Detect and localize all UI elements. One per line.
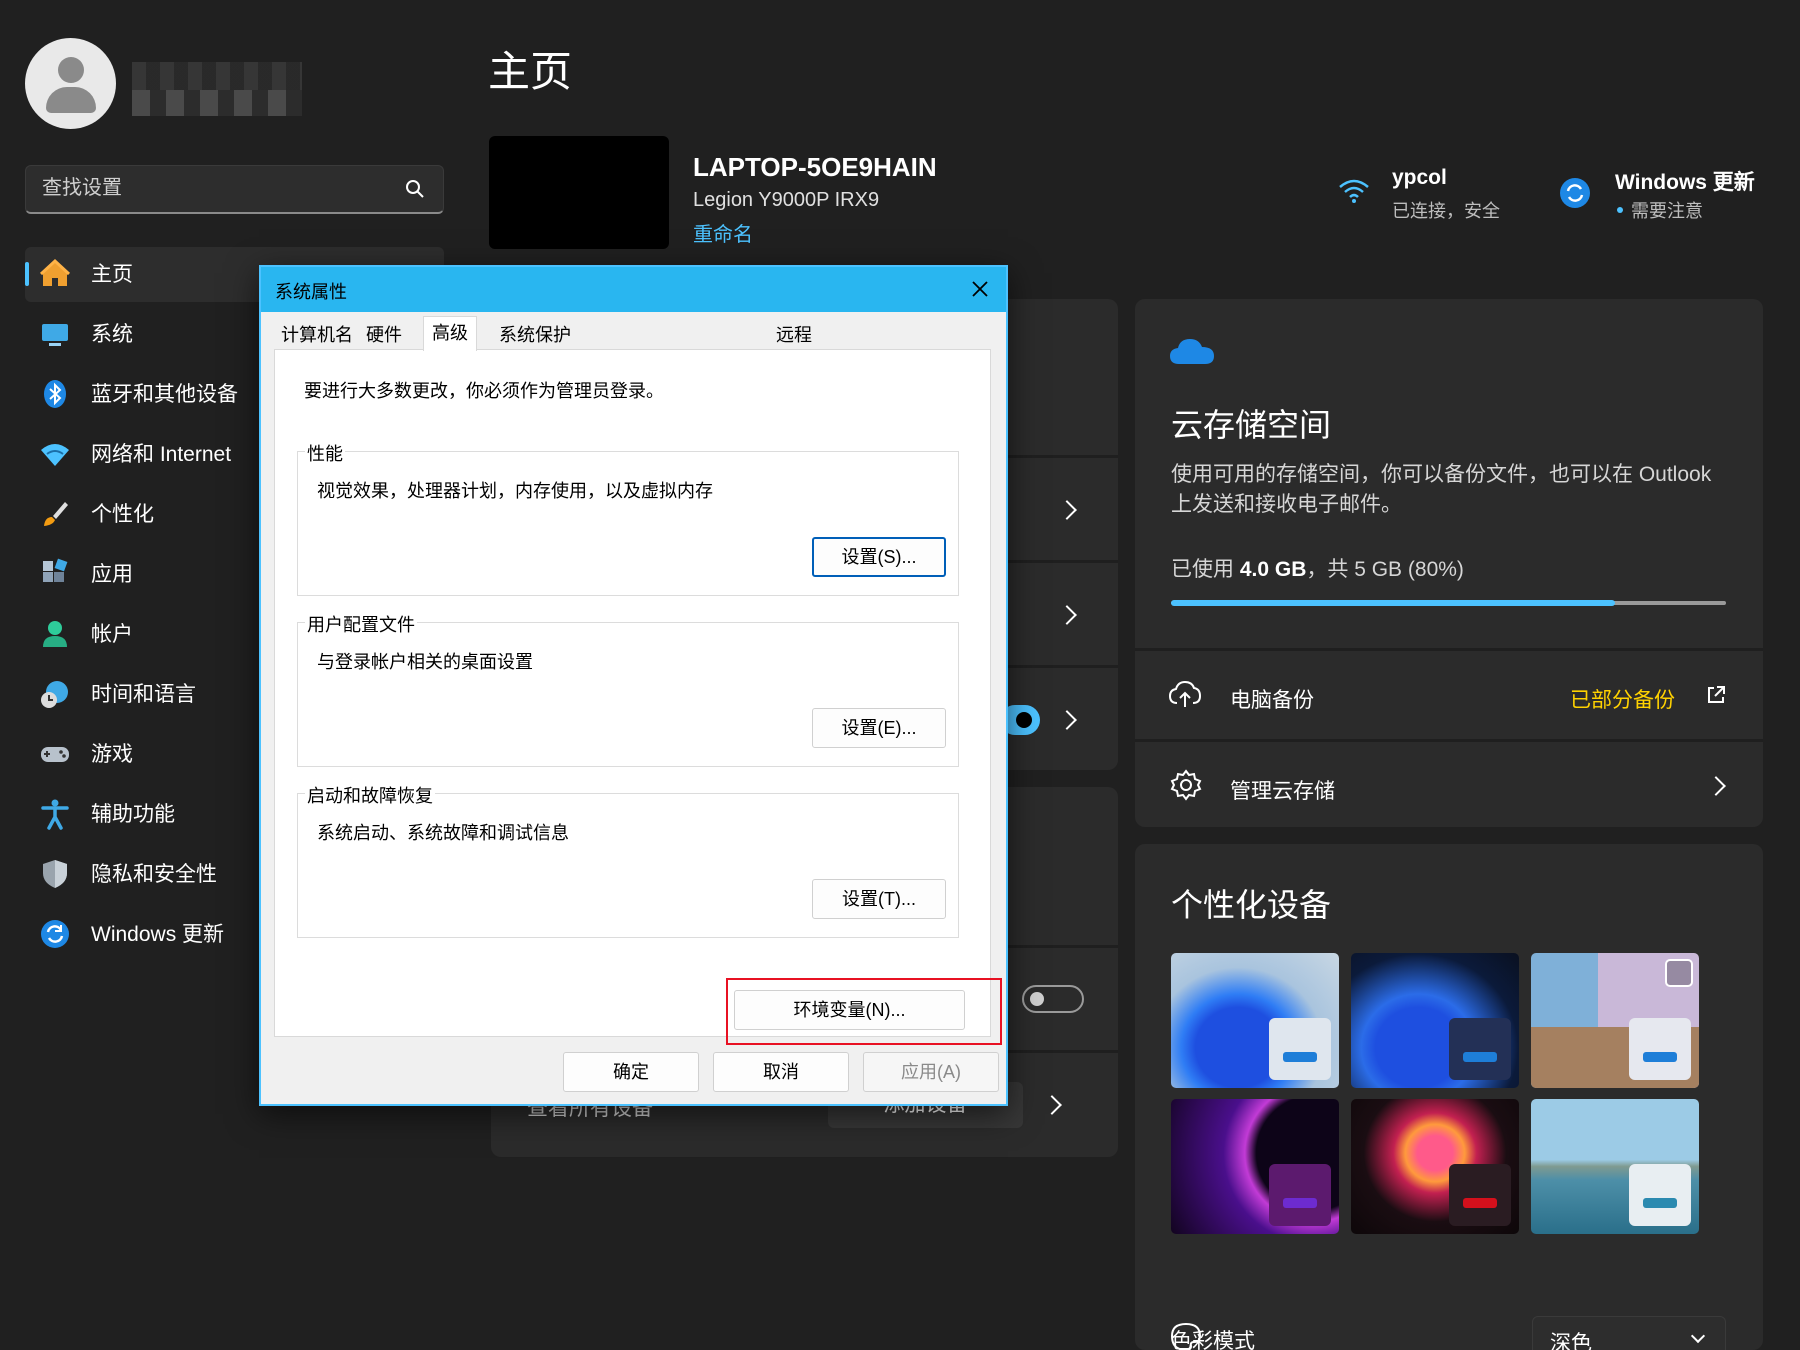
manage-cloud-storage-label[interactable]: 管理云存储 (1230, 775, 1335, 805)
sidebar-item-label: 时间和语言 (91, 683, 196, 706)
system-properties-dialog: 系统属性 计算机名 硬件 远程 系统保护 要进行大多数更改，你必须作为管理员登录… (259, 265, 1008, 1106)
sidebar-item-label: Windows 更新 (91, 923, 225, 946)
cloud-storage-title: 云存储空间 (1171, 407, 1332, 443)
bluetooth-icon (44, 380, 66, 408)
external-link-icon[interactable] (1706, 685, 1726, 705)
redacted-email (132, 90, 302, 116)
color-mode-label: 色彩模式 (1171, 1330, 1255, 1350)
cancel-button[interactable]: 取消 (713, 1052, 849, 1092)
user-avatar[interactable] (25, 38, 116, 129)
theme-thumbnail[interactable] (1531, 953, 1699, 1088)
onedrive-cloud-icon (1170, 339, 1214, 364)
search-box[interactable] (25, 165, 444, 214)
sidebar-item-label: 帐户 (91, 623, 133, 646)
startup-recovery-group: 启动和故障恢复 系统启动、系统故障和调试信息 设置(T)... (297, 782, 959, 938)
startup-recovery-description: 系统启动、系统故障和调试信息 (317, 823, 569, 843)
cloud-upload-icon (1168, 680, 1202, 707)
gear-icon (1170, 769, 1202, 801)
update-icon (41, 920, 69, 948)
dialog-title: 系统属性 (275, 282, 347, 302)
sidebar-item-label: 辅助功能 (91, 803, 175, 826)
dynamic-theme-icon (1665, 959, 1693, 987)
theme-thumbnail[interactable] (1171, 953, 1339, 1088)
theme-thumbnail[interactable] (1531, 1099, 1699, 1234)
tab-remote[interactable]: 远程 (773, 320, 815, 350)
performance-settings-button[interactable]: 设置(S)... (812, 537, 946, 577)
network-status: 已连接，安全 (1392, 201, 1500, 221)
device-name: LAPTOP-5OE9HAIN (693, 152, 937, 182)
sidebar-item-label: 应用 (91, 563, 133, 586)
personalize-title: 个性化设备 (1171, 887, 1332, 923)
user-profiles-group: 用户配置文件 与登录帐户相关的桌面设置 设置(E)... (297, 611, 959, 767)
color-mode-value: 深色 (1550, 1332, 1592, 1350)
person-icon (58, 57, 84, 83)
chevron-down-icon (1690, 1328, 1706, 1344)
tab-computer-name[interactable]: 计算机名 (278, 320, 356, 350)
apply-button[interactable]: 应用(A) (863, 1052, 999, 1092)
theme-thumbnail[interactable] (1351, 953, 1519, 1088)
monitor-icon (42, 324, 68, 346)
storage-progress-bar (1171, 600, 1726, 606)
theme-thumbnail[interactable] (1351, 1099, 1519, 1234)
wifi-icon (41, 444, 69, 466)
device-model: Legion Y9000P IRX9 (693, 189, 880, 211)
pc-backup-label[interactable]: 电脑备份 (1230, 684, 1314, 714)
gamepad-icon (41, 747, 69, 762)
storage-usage: 已使用 4.0 GB，共 5 GB (80%) (1171, 558, 1464, 581)
highlight-box (726, 978, 1002, 1045)
performance-title: 性能 (305, 440, 345, 466)
startup-recovery-settings-button[interactable]: 设置(T)... (812, 879, 946, 919)
update-icon (1560, 178, 1590, 208)
performance-description: 视觉效果，处理器计划，内存使用，以及虚拟内存 (317, 481, 713, 501)
advanced-tab-panel: 要进行大多数更改，你必须作为管理员登录。 性能 视觉效果，处理器计划，内存使用，… (274, 349, 1002, 1045)
page-title: 主页 (488, 48, 573, 95)
account-icon (43, 621, 67, 647)
wifi-icon (1339, 179, 1369, 203)
network-name[interactable]: ypcol (1392, 166, 1447, 190)
clock-globe-icon (41, 681, 68, 708)
search-icon[interactable] (405, 179, 425, 199)
update-title[interactable]: Windows 更新 (1615, 166, 1755, 196)
update-status: 需要注意 (1631, 201, 1703, 221)
accessibility-icon (41, 799, 69, 830)
startup-recovery-title: 启动和故障恢复 (305, 782, 435, 808)
admin-note: 要进行大多数更改，你必须作为管理员登录。 (304, 381, 664, 401)
performance-group: 性能 视觉效果，处理器计划，内存使用，以及虚拟内存 设置(S)... (297, 440, 959, 596)
tab-advanced[interactable]: 高级 (423, 316, 477, 351)
user-profiles-title: 用户配置文件 (305, 611, 417, 637)
device-image (489, 136, 669, 249)
home-icon (39, 258, 71, 286)
backup-status: 已部分备份 (1570, 689, 1675, 712)
user-profiles-description: 与登录帐户相关的桌面设置 (317, 652, 533, 672)
theme-thumbnail[interactable] (1171, 1099, 1339, 1234)
toggle-switch-off[interactable] (1022, 985, 1084, 1013)
sidebar-item-label: 系统 (91, 323, 133, 346)
close-icon[interactable] (968, 277, 992, 301)
tab-system-protection[interactable]: 系统保护 (496, 320, 574, 350)
sidebar-item-label: 蓝牙和其他设备 (91, 383, 238, 406)
cloud-storage-description: 使用可用的存储空间，你可以备份文件，也可以在 Outlook 上发送和接收电子邮… (1171, 463, 1712, 516)
shield-icon (43, 860, 67, 888)
sidebar-item-label: 个性化 (91, 503, 154, 526)
tab-hardware[interactable]: 硬件 (363, 320, 405, 350)
brush-icon (44, 502, 68, 526)
sidebar-item-label: 游戏 (91, 743, 133, 766)
sidebar-item-label: 网络和 Internet (91, 443, 232, 466)
user-profiles-settings-button[interactable]: 设置(E)... (812, 708, 946, 748)
apps-icon (43, 558, 68, 582)
sidebar-item-label: 隐私和安全性 (91, 863, 217, 886)
search-input[interactable] (26, 166, 396, 211)
rename-link[interactable]: 重命名 (693, 218, 753, 247)
dialog-titlebar[interactable]: 系统属性 (261, 267, 1006, 312)
color-mode-select[interactable]: 深色 (1532, 1316, 1726, 1350)
attention-dot (1617, 207, 1623, 213)
sidebar-item-label: 主页 (91, 263, 133, 286)
ok-button[interactable]: 确定 (563, 1052, 699, 1092)
